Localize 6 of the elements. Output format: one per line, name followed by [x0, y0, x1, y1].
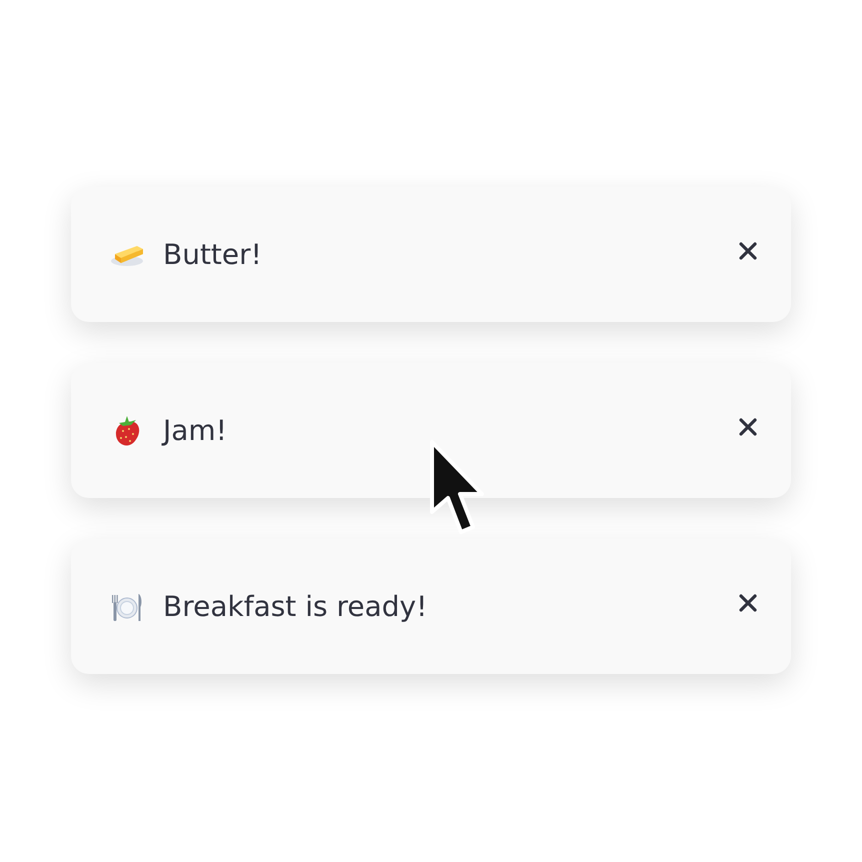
close-icon: [739, 418, 757, 436]
toast-message: Butter!: [163, 236, 263, 272]
close-icon: [739, 242, 757, 260]
toast-message: Jam!: [163, 412, 228, 448]
toast-message: Breakfast is ready!: [163, 588, 428, 624]
close-icon: [739, 594, 757, 612]
